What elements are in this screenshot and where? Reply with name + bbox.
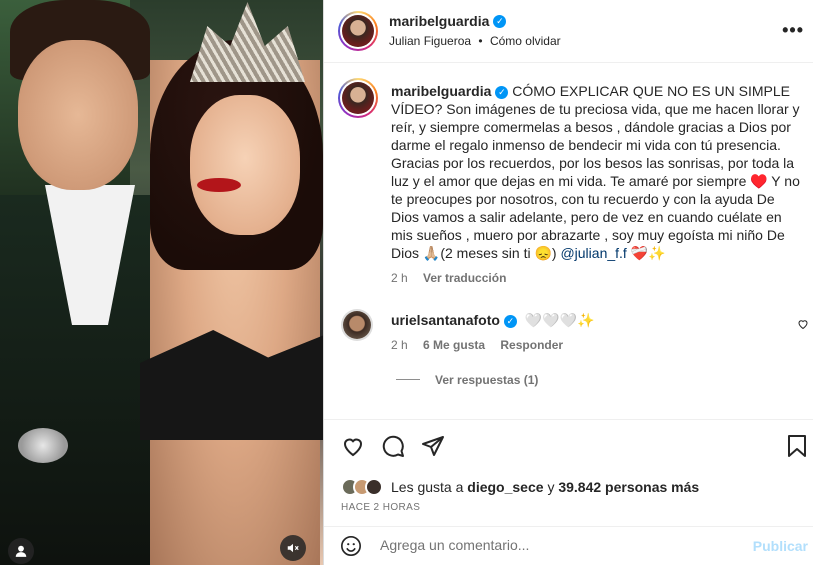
publish-button[interactable]: Publicar	[753, 538, 808, 554]
caption-avatar[interactable]	[338, 78, 378, 118]
media-woman-lips	[197, 178, 241, 192]
avatar	[365, 478, 383, 496]
post-panel: maribelguardia ✓ Julian Figueroa • Cómo …	[323, 0, 813, 565]
comment-likes[interactable]: 6 Me gusta	[423, 338, 485, 352]
translate-link[interactable]: Ver traducción	[423, 271, 506, 285]
more-icon[interactable]: •••	[782, 20, 804, 41]
comment-meta: 2 h 6 Me gusta Responder	[391, 338, 563, 352]
likes-joiner: y	[547, 479, 555, 495]
emoji-button[interactable]	[340, 535, 362, 563]
likes-user[interactable]: diego_sece	[467, 479, 543, 495]
comment-reply-button[interactable]: Responder	[500, 338, 563, 352]
save-button[interactable]	[786, 434, 808, 464]
mute-button[interactable]	[280, 535, 306, 561]
comment-button[interactable]	[381, 434, 405, 464]
media-boy-face	[18, 40, 138, 190]
share-icon	[422, 436, 444, 456]
author-name-row: maribelguardia ✓	[389, 13, 507, 29]
caption-username[interactable]: maribelguardia	[391, 83, 491, 99]
verified-icon: ✓	[503, 314, 517, 328]
caption-text: CÓMO EXPLICAR QUE NO ES UN SIMPLE VÍDEO?…	[391, 83, 800, 261]
author-avatar[interactable]	[338, 11, 378, 51]
mute-icon	[287, 543, 299, 553]
comments-area[interactable]: maribelguardia ✓ CÓMO EXPLICAR QUE NO ES …	[324, 64, 813, 419]
comment-time[interactable]: 2 h	[391, 338, 408, 352]
comment-username[interactable]: urielsantanafoto	[391, 312, 500, 328]
verified-icon: ✓	[495, 85, 509, 99]
user-icon	[15, 545, 27, 557]
author-username[interactable]: maribelguardia	[389, 13, 489, 29]
post-timestamp[interactable]: HACE 2 HORAS	[341, 502, 420, 513]
audio-info: Julian Figueroa • Cómo olvidar	[389, 34, 561, 48]
view-replies-button[interactable]: Ver respuestas (1)	[435, 373, 538, 387]
audio-user[interactable]: Julian Figueroa	[389, 34, 471, 48]
caption-time[interactable]: 2 h	[391, 271, 408, 285]
heart-icon	[798, 320, 808, 330]
media-woman-face	[190, 95, 300, 235]
comment-text: 🤍🤍🤍✨	[524, 312, 595, 328]
comment-composer: Publicar	[324, 526, 813, 565]
bookmark-icon	[788, 435, 806, 457]
likes-prefix: Les gusta a	[391, 479, 464, 495]
share-button[interactable]	[421, 434, 445, 464]
replies-divider	[396, 379, 420, 380]
caption-meta: 2 h Ver traducción	[391, 269, 801, 287]
post-caption: maribelguardia ✓ CÓMO EXPLICAR QUE NO ES …	[391, 82, 801, 287]
audio-title[interactable]: Cómo olvidar	[490, 34, 561, 48]
likes-count[interactable]: 39.842 personas más	[558, 479, 699, 495]
comment-input[interactable]	[380, 537, 740, 553]
media-belt-buckle	[18, 428, 68, 463]
tagged-users-button[interactable]	[8, 538, 34, 564]
audio-separator: •	[478, 34, 483, 48]
likes-summary: Les gusta a diego_sece y 39.842 personas…	[341, 478, 699, 496]
comment-like-button[interactable]	[797, 318, 809, 333]
post-header: maribelguardia ✓ Julian Figueroa • Cómo …	[324, 0, 813, 63]
caption-mention[interactable]: @julian_f.f	[560, 245, 626, 261]
emoji-icon	[341, 536, 361, 556]
likers-avatars[interactable]	[341, 478, 383, 496]
comment: urielsantanafoto ✓ 🤍🤍🤍✨	[391, 312, 595, 329]
like-button[interactable]	[341, 434, 365, 464]
post-media[interactable]	[0, 0, 323, 565]
caption-suffix: ❤️‍🩹✨	[626, 245, 666, 261]
verified-icon: ✓	[493, 14, 507, 28]
comment-avatar[interactable]	[341, 309, 373, 341]
comment-icon	[382, 435, 404, 457]
post-actions: Les gusta a diego_sece y 39.842 personas…	[324, 419, 813, 526]
media-crown	[190, 2, 305, 82]
heart-icon	[343, 438, 363, 457]
